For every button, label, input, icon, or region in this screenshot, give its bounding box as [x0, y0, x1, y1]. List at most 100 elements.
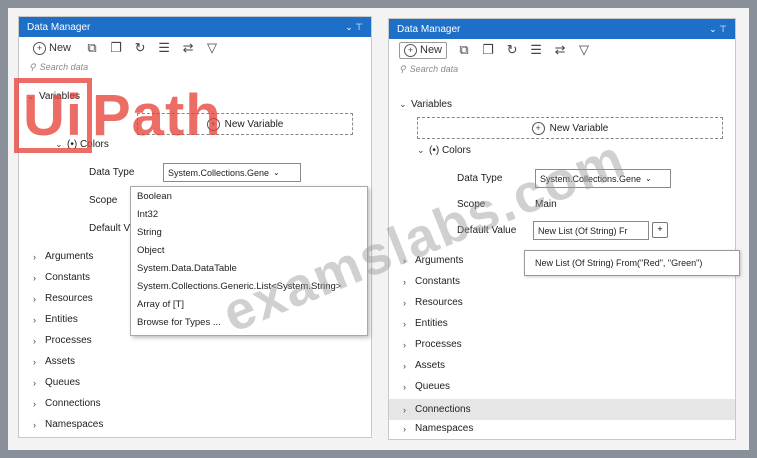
sort-icon[interactable]: ☰: [529, 42, 543, 58]
section-namespaces[interactable]: › Namespaces: [403, 423, 473, 434]
section-label: Queues: [45, 377, 81, 388]
default-value-text: New List (Of String) Fr: [538, 225, 628, 236]
section-processes[interactable]: › Processes: [403, 339, 462, 350]
chevron-right-icon: ›: [403, 360, 406, 371]
panel-titlebar: Data Manager ⌄ ⊤: [19, 17, 371, 37]
section-entities[interactable]: › Entities: [403, 318, 448, 329]
section-resources[interactable]: › Resources: [33, 293, 93, 304]
section-namespaces[interactable]: › Namespaces: [33, 419, 103, 430]
chevron-right-icon: ›: [33, 293, 36, 304]
default-value-label: Default V: [89, 223, 131, 234]
search-placeholder: Search data: [39, 62, 89, 72]
section-label: Assets: [415, 360, 446, 371]
filter-icon[interactable]: ▽: [205, 40, 219, 56]
section-label: Processes: [415, 339, 462, 350]
section-queues[interactable]: › Queues: [33, 377, 80, 388]
copy-icon[interactable]: ⧉: [457, 42, 471, 58]
copy-icon[interactable]: ⧉: [85, 40, 99, 56]
chevron-right-icon: ›: [403, 297, 406, 308]
scope-label: Scope: [89, 195, 118, 206]
refresh-icon[interactable]: ↻: [505, 42, 519, 58]
variables-node[interactable]: ⌄ Variables: [399, 99, 452, 110]
section-label: Resources: [415, 297, 463, 308]
uipath-logo: Ui Path: [14, 78, 222, 153]
section-label: Constants: [415, 276, 461, 287]
sort-icon[interactable]: ☰: [157, 40, 171, 56]
section-assets[interactable]: › Assets: [33, 356, 75, 367]
section-connections[interactable]: › Connections: [33, 398, 101, 409]
section-entities[interactable]: › Entities: [33, 314, 78, 325]
panel-titlebar: Data Manager ⌄ ⊤: [389, 19, 735, 39]
logo-path: Path: [92, 83, 222, 148]
dropdown-option[interactable]: Boolean: [131, 187, 367, 205]
colors-label: (•) Colors: [429, 145, 471, 156]
search-box[interactable]: ⚲ Search data: [19, 59, 371, 75]
section-label: Namespaces: [45, 419, 104, 430]
chevron-right-icon: ›: [403, 423, 406, 434]
chevron-right-icon: ›: [403, 381, 406, 392]
chevron-right-icon: ›: [33, 314, 36, 325]
chevron-right-icon: ›: [33, 419, 36, 430]
paste-icon[interactable]: ❐: [481, 42, 495, 58]
section-label: Arguments: [45, 251, 94, 262]
new-button[interactable]: + New: [29, 41, 75, 56]
dropdown-option[interactable]: String: [131, 223, 367, 241]
chevron-right-icon: ›: [33, 251, 36, 262]
dropdown-option[interactable]: Int32: [131, 205, 367, 223]
chevron-right-icon: ›: [33, 398, 36, 409]
paste-icon[interactable]: ❐: [109, 40, 123, 56]
section-constants[interactable]: › Constants: [33, 272, 90, 283]
plus-circle-icon: +: [404, 43, 417, 57]
expression-editor-icon[interactable]: +: [652, 222, 668, 238]
new-label: New: [49, 42, 72, 54]
section-processes[interactable]: › Processes: [33, 335, 92, 346]
section-label: Resources: [45, 293, 93, 304]
new-label: New: [420, 44, 443, 56]
section-arguments[interactable]: › Arguments: [33, 251, 93, 262]
section-resources[interactable]: › Resources: [403, 297, 463, 308]
section-assets[interactable]: › Assets: [403, 360, 445, 371]
section-label: Queues: [415, 381, 451, 392]
chevron-right-icon: ›: [403, 318, 406, 329]
data-type-label: Data Type: [89, 167, 135, 178]
search-icon: ⚲: [399, 63, 406, 74]
chevron-right-icon: ›: [403, 276, 406, 287]
data-type-select[interactable]: System.Collections.Gene ⌄: [163, 163, 301, 182]
chevron-down-icon: ⌄: [399, 99, 407, 109]
section-queues[interactable]: › Queues: [403, 381, 450, 392]
section-label: Namespaces: [415, 423, 474, 434]
colors-variable-node[interactable]: ⌄ (•) Colors: [417, 145, 471, 156]
panel-toolbar: + New ⧉ ❐ ↻ ☰ ⇄ ▽: [19, 37, 371, 59]
filter-icon[interactable]: ▽: [577, 42, 591, 58]
panel-controls[interactable]: ⌄ ⊤: [709, 24, 727, 35]
section-connections[interactable]: › Connections: [389, 399, 735, 420]
swap-icon[interactable]: ⇄: [553, 42, 567, 58]
search-box[interactable]: ⚲ Search data: [389, 61, 735, 77]
variables-label: Variables: [411, 99, 452, 110]
search-icon: ⚲: [29, 61, 36, 72]
section-label: Entities: [45, 314, 78, 325]
refresh-icon[interactable]: ↻: [133, 40, 147, 56]
chevron-down-icon: ⌄: [273, 168, 280, 177]
default-value-tooltip: New List (Of String) From("Red", "Green"…: [524, 250, 740, 276]
swap-icon[interactable]: ⇄: [181, 40, 195, 56]
section-label: Entities: [415, 318, 448, 329]
section-constants[interactable]: › Constants: [403, 276, 460, 287]
default-value-input[interactable]: New List (Of String) Fr: [533, 221, 649, 240]
chevron-down-icon: ⌄: [645, 174, 652, 183]
panel-toolbar: + New ⧉ ❐ ↻ ☰ ⇄ ▽: [389, 39, 735, 61]
chevron-right-icon: ›: [33, 335, 36, 346]
chevron-down-icon: ⌄: [417, 145, 425, 155]
data-type-value: System.Collections.Gene: [168, 167, 270, 178]
section-label: Processes: [45, 335, 92, 346]
section-label: Constants: [45, 272, 91, 283]
chevron-right-icon: ›: [33, 272, 36, 283]
new-variable-button[interactable]: + New Variable: [417, 117, 723, 139]
search-placeholder: Search data: [409, 64, 459, 74]
chevron-right-icon: ›: [403, 404, 406, 415]
section-label: Assets: [45, 356, 76, 367]
panel-controls[interactable]: ⌄ ⊤: [345, 22, 363, 33]
new-button[interactable]: + New: [399, 41, 448, 59]
panel-title: Data Manager: [27, 21, 91, 33]
plus-circle-icon: +: [33, 41, 46, 55]
